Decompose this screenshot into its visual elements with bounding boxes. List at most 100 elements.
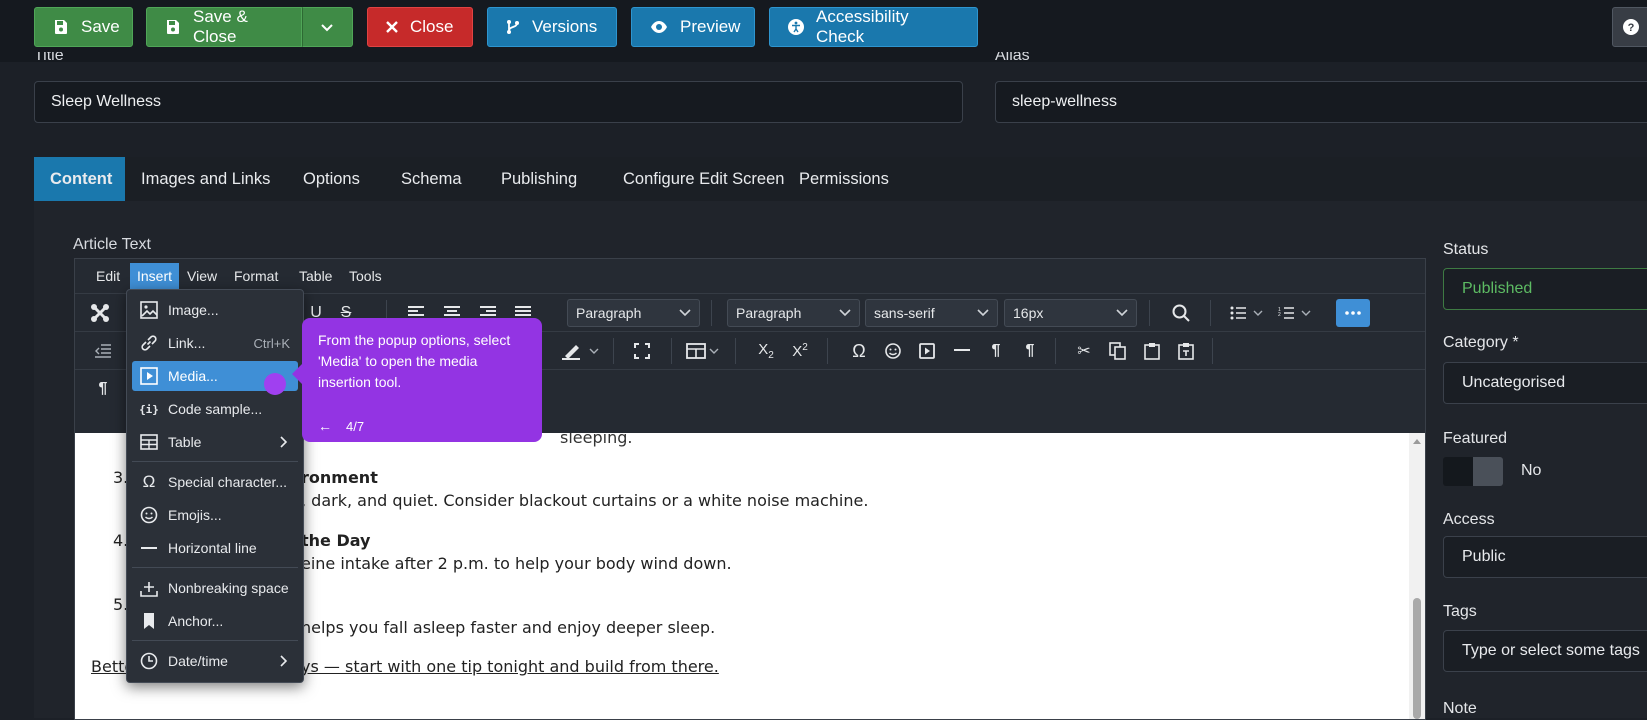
emoji-icon — [140, 506, 158, 524]
nbsp-icon — [140, 582, 158, 597]
joomla-icon[interactable] — [86, 299, 114, 327]
alias-input[interactable]: sleep-wellness — [995, 81, 1647, 123]
menu-item-label: Link... — [168, 335, 206, 351]
menu-separator — [132, 640, 298, 641]
access-select[interactable]: Public — [1443, 536, 1647, 578]
editor-scrollbar[interactable] — [1409, 433, 1425, 719]
menu-insert[interactable]: Insert — [130, 263, 180, 289]
paste-text-icon[interactable] — [1172, 337, 1200, 365]
clock-icon — [140, 652, 158, 670]
table-insert-icon[interactable] — [684, 337, 724, 365]
subscript-icon[interactable]: X2 — [752, 337, 780, 365]
menu-item-label: Image... — [168, 302, 219, 318]
insert-link-item[interactable]: Link... Ctrl+K — [132, 328, 298, 358]
rtl-icon[interactable]: ¶ — [1016, 337, 1044, 365]
cut-icon[interactable]: ✂ — [1070, 337, 1098, 365]
separator — [671, 338, 672, 364]
insert-code-sample-item[interactable]: {i} Code sample... — [132, 394, 298, 424]
category-select[interactable]: Uncategorised — [1443, 362, 1647, 404]
separator — [1149, 300, 1150, 326]
media-icon[interactable] — [913, 337, 941, 365]
copy-icon[interactable] — [1104, 337, 1132, 365]
menu-table[interactable]: Table — [292, 263, 339, 289]
font-size-select[interactable]: 16px — [1004, 299, 1137, 327]
separator — [735, 338, 736, 364]
alias-label: Alias — [995, 52, 1030, 62]
show-blocks-icon[interactable]: ¶ — [89, 375, 117, 403]
more-options-icon[interactable] — [1336, 299, 1370, 327]
featured-value: No — [1521, 462, 1542, 479]
chevron-right-icon — [280, 655, 288, 667]
tab-schema[interactable]: Schema — [385, 157, 478, 201]
hotspot-indicator[interactable] — [264, 373, 286, 395]
tab-permissions[interactable]: Permissions — [783, 157, 905, 201]
tab-images-links[interactable]: Images and Links — [125, 157, 286, 201]
save-dropdown-toggle[interactable] — [302, 7, 353, 47]
bullet-list-icon[interactable] — [1225, 299, 1269, 327]
tooltip-step: 4/7 — [346, 419, 365, 434]
status-select[interactable]: Published — [1443, 268, 1647, 310]
versions-button[interactable]: Versions — [487, 7, 617, 47]
tab-content[interactable]: Content — [34, 157, 125, 201]
tab-configure-edit-screen[interactable]: Configure Edit Screen — [607, 157, 800, 201]
content-link[interactable]: ys — start with one tip tonight and buil… — [301, 657, 719, 676]
close-button[interactable]: Close — [367, 7, 473, 47]
title-input[interactable]: Sleep Wellness — [34, 81, 963, 123]
toggle-knob — [1473, 457, 1503, 486]
chevron-down-icon — [977, 309, 989, 317]
fullscreen-icon[interactable] — [628, 337, 656, 365]
tab-publishing[interactable]: Publishing — [485, 157, 593, 201]
insert-date-time-item[interactable]: Date/time — [132, 646, 298, 676]
featured-toggle[interactable] — [1443, 457, 1503, 486]
accessibility-check-button[interactable]: Accessibility Check — [769, 7, 978, 47]
emoji-icon[interactable] — [879, 337, 907, 365]
menu-tools[interactable]: Tools — [342, 263, 389, 289]
preview-label: Preview — [680, 17, 741, 36]
preview-button[interactable]: Preview — [631, 7, 755, 47]
menu-item-label: Horizontal line — [168, 540, 257, 556]
insert-emojis-item[interactable]: Emojis... — [132, 500, 298, 530]
menu-edit[interactable]: Edit — [89, 263, 127, 289]
search-icon[interactable] — [1167, 299, 1195, 327]
outdent-icon[interactable] — [89, 337, 117, 365]
horizontal-line-icon[interactable] — [948, 337, 976, 365]
omega-icon[interactable]: Ω — [845, 337, 873, 365]
insert-image-item[interactable]: Image... — [132, 295, 298, 325]
numbered-list-icon[interactable]: 12 — [1273, 299, 1317, 327]
insert-nonbreaking-space-item[interactable]: Nonbreaking space — [132, 573, 298, 603]
font-family-select[interactable]: sans-serif — [865, 299, 998, 327]
insert-anchor-item[interactable]: Anchor... — [132, 606, 298, 636]
block-format-select-2[interactable]: Paragraph — [727, 299, 860, 327]
scrollbar-thumb[interactable] — [1413, 598, 1421, 719]
menu-separator — [132, 567, 298, 568]
editor-menubar: Edit Insert View Format Table Tools — [75, 259, 1425, 289]
insert-special-character-item[interactable]: Ω Special character... — [132, 467, 298, 497]
toggle-off-segment — [1443, 457, 1473, 486]
help-button[interactable]: ? — [1612, 7, 1647, 47]
highlight-color-icon[interactable] — [560, 337, 604, 365]
insert-horizontal-line-item[interactable]: Horizontal line — [132, 533, 298, 563]
separator — [1210, 300, 1211, 326]
separator — [1212, 338, 1213, 364]
tab-options[interactable]: Options — [287, 157, 376, 201]
back-arrow-icon[interactable]: ← — [318, 416, 332, 437]
svg-text:{i}: {i} — [140, 403, 158, 416]
versions-label: Versions — [532, 17, 598, 36]
menu-view[interactable]: View — [180, 263, 224, 289]
save-icon — [55, 20, 67, 34]
save-button[interactable]: Save — [34, 7, 133, 47]
paste-icon[interactable] — [1138, 337, 1166, 365]
scroll-up-icon[interactable] — [1412, 437, 1422, 445]
tab-bar: Content Images and Links Options Schema … — [34, 157, 1647, 202]
block-format-value-2: Paragraph — [736, 305, 802, 321]
save-close-button[interactable]: Save & Close — [146, 7, 302, 47]
block-format-select[interactable]: Paragraph — [567, 299, 700, 327]
svg-text:?: ? — [1628, 22, 1635, 34]
insert-table-item[interactable]: Table — [132, 427, 298, 457]
block-format-value: Paragraph — [576, 305, 642, 321]
superscript-icon[interactable]: X2 — [786, 337, 814, 365]
content-line: eine intake after 2 p.m. to help your bo… — [301, 554, 732, 573]
ltr-icon[interactable]: ¶ — [982, 337, 1010, 365]
menu-format[interactable]: Format — [227, 263, 285, 289]
tags-input[interactable]: Type or select some tags — [1443, 630, 1647, 672]
